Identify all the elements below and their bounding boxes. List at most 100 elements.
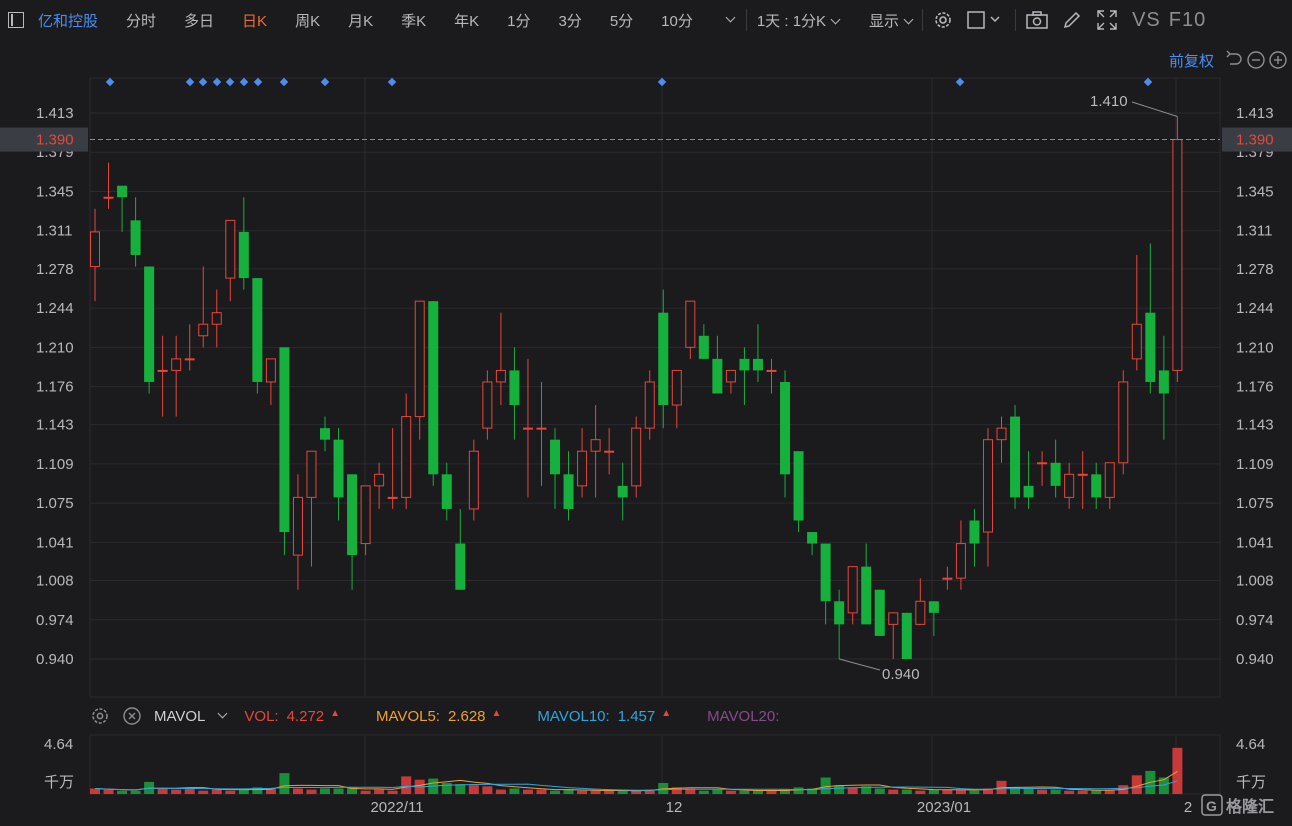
candle-body-up: [671, 369, 682, 406]
event-marker-icon: [105, 77, 115, 87]
y-tick-label-left: 1.311: [36, 223, 72, 240]
y-tick-label-right: 1.413: [1236, 105, 1274, 122]
event-marker-icon: [212, 77, 222, 87]
stock-name[interactable]: 亿和控股: [38, 10, 98, 31]
sidebar-toggle-icon[interactable]: [8, 12, 24, 28]
period-tab[interactable]: 季K: [401, 10, 426, 31]
y-tick-label-left: 0.974: [36, 612, 74, 629]
volume-bar: [604, 790, 615, 794]
divider: [1015, 9, 1017, 31]
candle-body-down: [820, 543, 831, 602]
fullscreen-icon[interactable]: [1096, 9, 1118, 31]
volume-bar: [1010, 787, 1021, 794]
kline-chart: 1.413 1.413 1.379 1.379 1.345 1.345 1.311 1.311…: [0, 77, 1292, 816]
y-tick-label-right: 1.041: [1236, 534, 1274, 551]
candle-body-down: [563, 474, 574, 509]
x-tick-label: 2023/01: [917, 799, 971, 816]
period-tab[interactable]: 5分: [610, 10, 633, 31]
volume-bar: [1172, 747, 1183, 794]
volume-bar: [644, 789, 655, 794]
interval-select[interactable]: 1天 : 1分K: [757, 10, 841, 31]
period-tab[interactable]: 分时: [126, 10, 156, 31]
volume-bar: [292, 788, 303, 794]
top-toolbar: 亿和控股 分时 多日 日K 周K 月K 季K 年K 1分 3分 5分 10分 1天 : 1分K 显示…: [0, 0, 1292, 40]
more-periods-chevron-icon[interactable]: [725, 12, 736, 22]
screenshot-camera-icon[interactable]: [1026, 10, 1048, 30]
volume-legend: MAVOL VOL: 4.272 ▲ MAVOL5: 2.628 ▲ MAVOL10: 1.4…: [90, 704, 787, 728]
period-tab[interactable]: 多日: [184, 10, 214, 31]
vs-compare-button[interactable]: VS: [1132, 9, 1161, 32]
vol-stat-value: 1.457: [617, 707, 656, 725]
volume-bar: [333, 788, 344, 794]
volume-bar: [631, 790, 642, 794]
event-marker-icon: [320, 77, 330, 87]
indicator-settings-gear-icon[interactable]: [90, 706, 110, 726]
indicator-name[interactable]: MAVOL: [154, 708, 205, 725]
adjust-mode-button[interactable]: 前复权: [1169, 50, 1214, 71]
candle-body-down: [1145, 312, 1156, 382]
period-tab[interactable]: 1分: [507, 10, 530, 31]
period-tab[interactable]: 日K: [242, 10, 267, 31]
volume-bar: [698, 790, 709, 794]
display-menu[interactable]: 显示: [869, 10, 914, 31]
zoom-in-icon[interactable]: [1268, 50, 1292, 70]
volume-bar: [252, 787, 263, 794]
volume-bar: [861, 786, 872, 794]
candle-body-down: [279, 347, 290, 533]
volume-bar: [617, 790, 628, 794]
settings-gear-icon[interactable]: [933, 10, 953, 30]
candle-body-down: [861, 566, 872, 625]
volume-bar: [441, 783, 452, 794]
period-tab[interactable]: 10分: [661, 10, 693, 31]
volume-bar: [793, 787, 804, 794]
event-marker-icon: [198, 77, 208, 87]
candle-body-down: [793, 451, 804, 521]
volume-bar: [1091, 790, 1102, 794]
candle-body-down: [550, 439, 561, 475]
y-tick-label-left: 1.413: [36, 105, 74, 122]
candle-body-up: [536, 427, 547, 430]
volume-bar: [1023, 788, 1034, 794]
period-tab[interactable]: 月K: [348, 10, 373, 31]
candle-body-down: [333, 439, 344, 498]
zoom-out-icon[interactable]: [1246, 50, 1268, 70]
draw-pencil-icon[interactable]: [1062, 10, 1082, 30]
candle-body-up: [374, 473, 385, 487]
candle-body-up: [401, 416, 412, 498]
candle-body-down: [969, 520, 980, 544]
undo-icon[interactable]: [1224, 50, 1246, 70]
candle-body-up: [888, 612, 899, 625]
volume-bar: [1077, 790, 1088, 794]
candle-body-up: [495, 369, 506, 383]
watermark-logo: G 格隆汇: [1201, 794, 1274, 816]
candle-body-up: [1131, 323, 1142, 360]
candle-body-up: [468, 450, 479, 510]
candle-body-down: [712, 358, 723, 394]
volume-bar: [522, 789, 533, 794]
candle-body-down: [144, 266, 155, 382]
candle-body-up: [184, 358, 195, 361]
chart-style-icon[interactable]: [967, 10, 1001, 30]
candle-body-up: [915, 600, 926, 625]
period-tab[interactable]: 年K: [454, 10, 479, 31]
volume-bar: [455, 784, 466, 794]
event-marker-icon: [253, 77, 263, 87]
candle-body-up: [265, 358, 276, 383]
volume-bar: [590, 790, 601, 794]
volume-bar: [347, 787, 358, 794]
indicator-chevron-down-icon[interactable]: [217, 708, 228, 718]
f10-button[interactable]: F10: [1169, 9, 1206, 32]
candle-body-down: [780, 381, 791, 475]
period-tab[interactable]: 周K: [295, 10, 320, 31]
close-indicator-icon[interactable]: [122, 706, 142, 726]
volume-bar: [996, 780, 1007, 794]
volume-bar: [739, 790, 750, 794]
candle-body-down: [807, 532, 818, 544]
candle-body-up: [1037, 462, 1048, 465]
volume-bar: [1145, 770, 1156, 794]
candle-body-down: [117, 185, 128, 198]
volume-bar: [752, 790, 763, 794]
volume-bar: [171, 789, 182, 794]
period-tab[interactable]: 3分: [558, 10, 581, 31]
y-tick-label-right: 1.311: [1236, 223, 1272, 240]
